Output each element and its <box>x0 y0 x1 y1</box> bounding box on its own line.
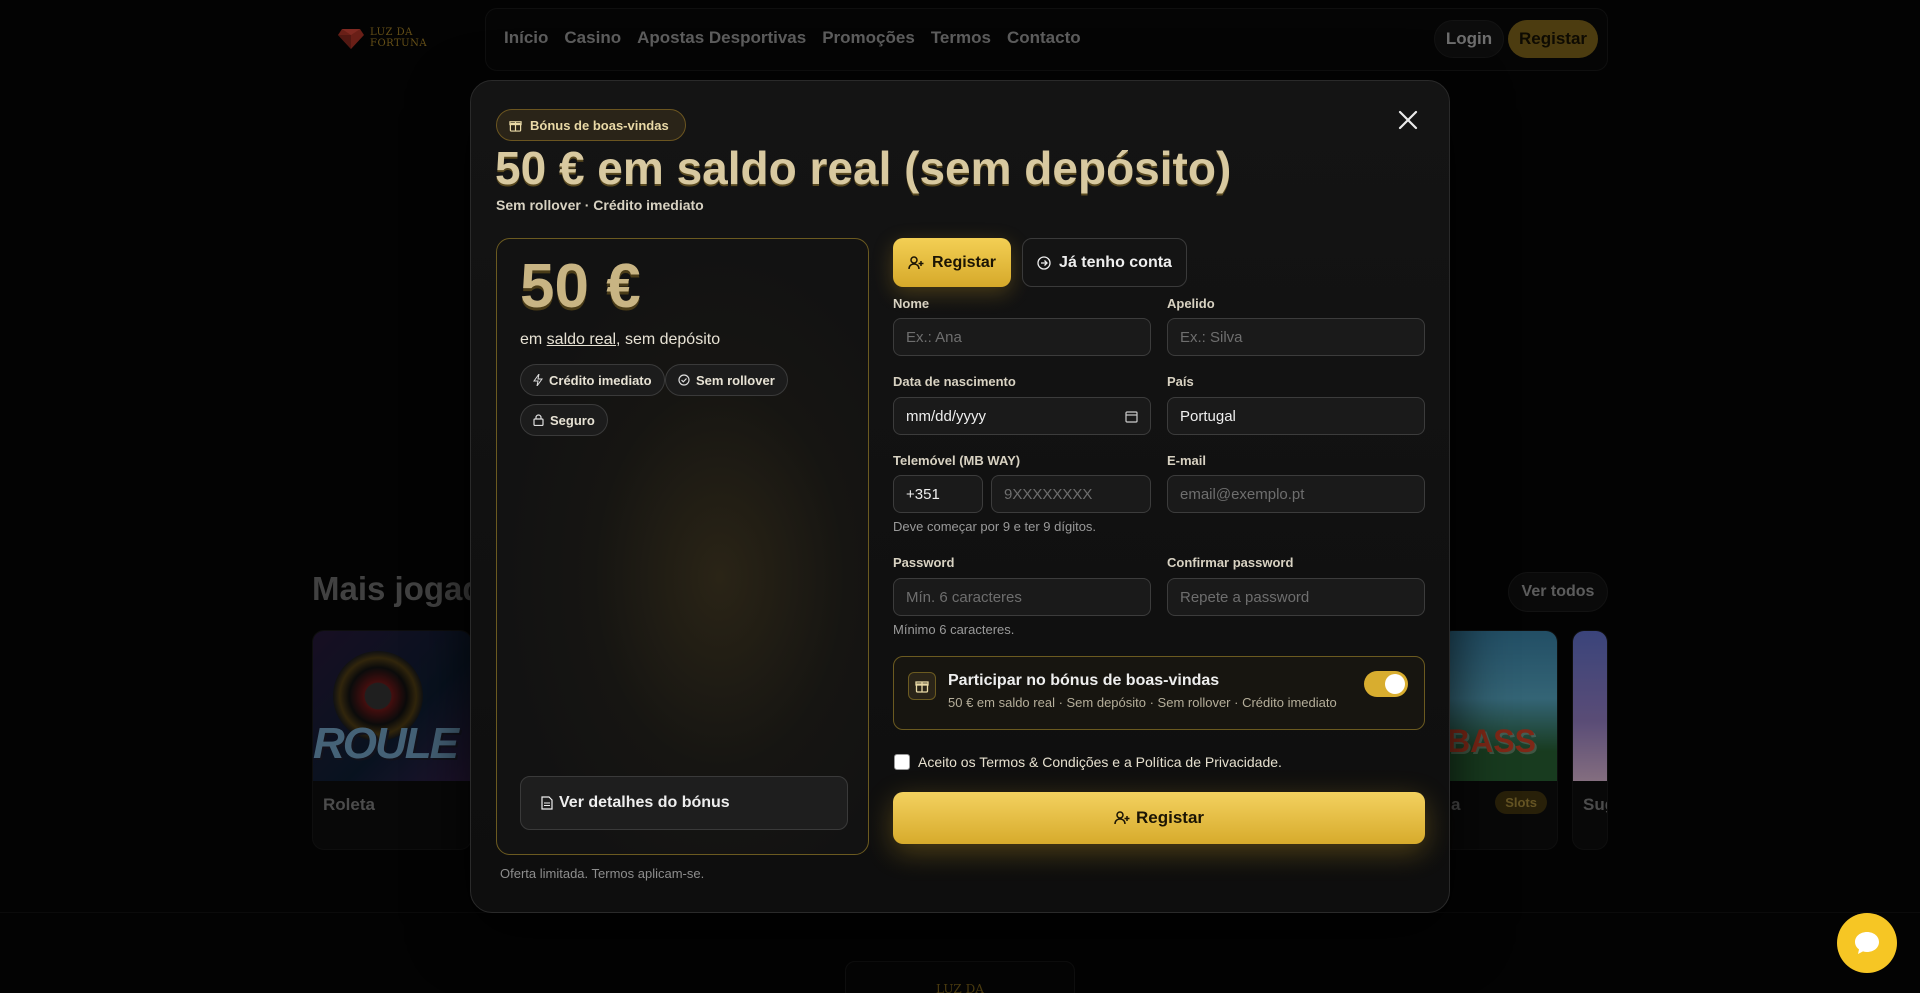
chat-icon <box>1855 932 1879 954</box>
password-hint: Mínimo 6 caracteres. <box>893 622 1015 637</box>
country-select[interactable]: Portugal <box>1167 397 1425 435</box>
chip-secure: Seguro <box>520 404 608 436</box>
bolt-icon <box>533 374 543 386</box>
tab-login[interactable]: Já tenho conta <box>1022 238 1187 287</box>
check-circle-icon <box>678 374 690 386</box>
phone-prefix-input[interactable]: +351 <box>893 475 983 513</box>
lock-icon <box>533 414 544 426</box>
terms-row: Aceito os Termos & Condições e a Polític… <box>894 754 1282 770</box>
chip-instant-credit: Crédito imediato <box>520 364 665 396</box>
badge-label: Bónus de boas-vindas <box>530 117 669 133</box>
first-name-label: Nome <box>893 296 930 311</box>
bonus-amount: 50 € <box>520 252 641 321</box>
phone-hint: Deve começar por 9 e ter 9 dígitos. <box>893 519 1097 534</box>
offer-footnote: Oferta limitada. Termos aplicam-se. <box>500 866 705 881</box>
bonus-opt-in-subtitle: 50 € em saldo real · Sem depósito · Sem … <box>948 695 1337 710</box>
last-name-label: Apelido <box>1167 296 1215 311</box>
bonus-opt-in: Participar no bónus de boas-vindas 50 € … <box>893 656 1425 730</box>
calendar-icon[interactable] <box>1125 410 1138 423</box>
first-name-input[interactable]: Ex.: Ana <box>893 318 1151 356</box>
bonus-toggle-switch[interactable] <box>1364 671 1408 697</box>
terms-checkbox[interactable] <box>894 754 910 770</box>
bonus-opt-in-title: Participar no bónus de boas-vindas <box>948 672 1220 689</box>
terms-label[interactable]: Aceito os Termos & Condições e a Polític… <box>918 754 1282 770</box>
confirm-password-input[interactable]: Repete a password <box>1167 578 1425 616</box>
welcome-bonus-badge: Bónus de boas-vindas <box>496 109 686 141</box>
email-input[interactable]: email@exemplo.pt <box>1167 475 1425 513</box>
modal-subtitle: Sem rollover · Crédito imediato <box>496 197 704 213</box>
modal-title: 50 € em saldo real (sem depósito) <box>495 142 1232 194</box>
last-name-input[interactable]: Ex.: Silva <box>1167 318 1425 356</box>
phone-number-input[interactable]: 9XXXXXXXX <box>991 475 1151 513</box>
login-icon <box>1037 255 1051 270</box>
tab-register[interactable]: Registar <box>893 238 1011 287</box>
chat-button[interactable] <box>1837 913 1897 973</box>
register-modal: Bónus de boas-vindas 50 € em saldo real … <box>470 80 1450 913</box>
gift-icon <box>509 120 522 132</box>
chip-no-rollover: Sem rollover <box>665 364 788 396</box>
bonus-panel: 50 € em saldo real, sem depósito Crédito… <box>496 238 869 855</box>
dob-input[interactable]: mm/dd/yyyy <box>893 397 1151 435</box>
user-plus-icon <box>1114 811 1130 825</box>
phone-label: Telemóvel (MB WAY) <box>893 453 1021 468</box>
bonus-details-button[interactable]: Ver detalhes do bónus <box>520 776 848 830</box>
password-label: Password <box>893 555 955 570</box>
dob-label: Data de nascimento <box>893 374 1016 389</box>
user-plus-icon <box>908 255 924 269</box>
bonus-description: em saldo real, sem depósito <box>520 331 721 348</box>
gift-icon <box>908 672 936 700</box>
submit-register-button[interactable]: Registar <box>893 792 1425 844</box>
document-icon <box>541 796 553 810</box>
toggle-knob <box>1385 674 1405 694</box>
country-label: País <box>1167 374 1194 389</box>
email-label: E-mail <box>1167 453 1207 468</box>
password-input[interactable]: Mín. 6 caracteres <box>893 578 1151 616</box>
confirm-password-label: Confirmar password <box>1167 555 1294 570</box>
close-icon[interactable] <box>1391 103 1425 137</box>
